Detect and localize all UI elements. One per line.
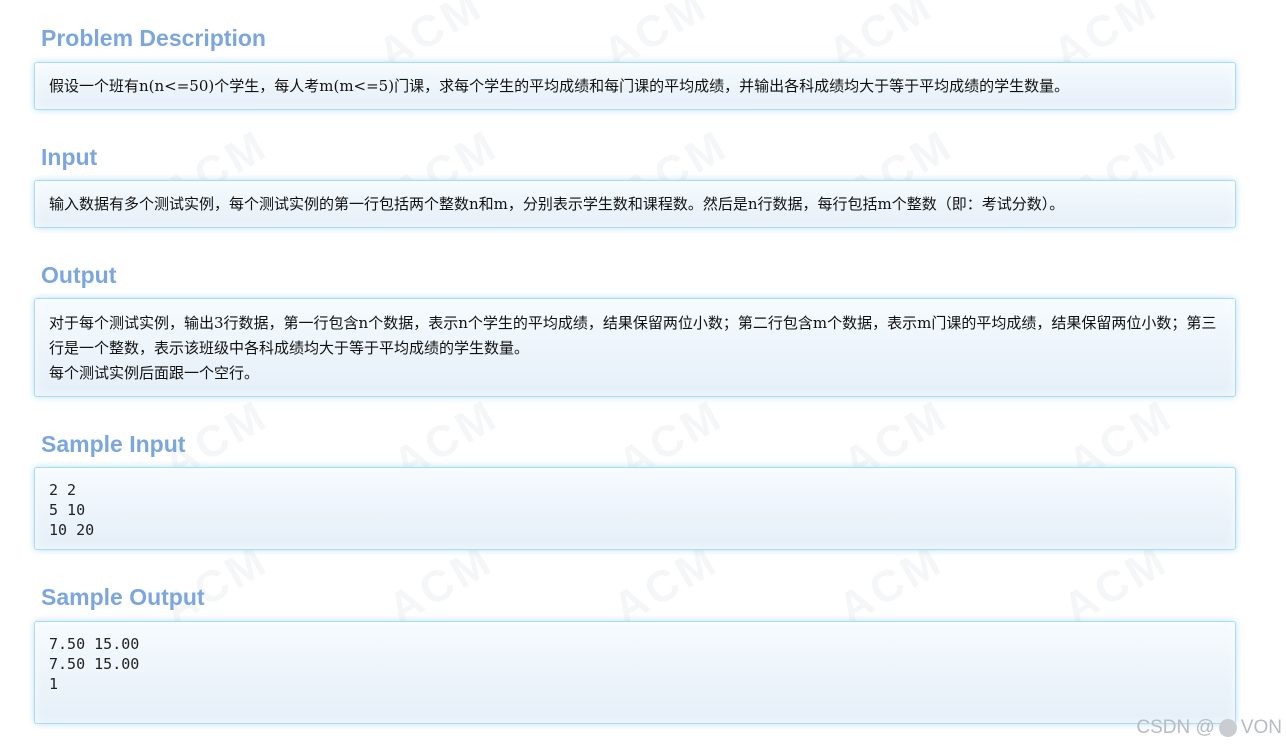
input-text: 输入数据有多个测试实例，每个测试实例的第一行包括两个整数n和m，分别表示学生数和… [49, 195, 1065, 213]
sample-output-line: 7.50 15.00 [49, 635, 140, 653]
credit-prefix: CSDN @ [1136, 717, 1215, 738]
output-heading: Output [41, 262, 117, 288]
problem-description-panel: 假设一个班有n(n<=50)个学生，每人考m(m<=5)门课，求每个学生的平均成… [34, 62, 1236, 110]
sample-output-line: 1 [49, 675, 59, 693]
watermark-text: ACM [380, 535, 502, 634]
output-text-line: 对于每个测试实例，输出3行数据，第一行包含n个数据，表示n个学生的平均成绩，结果… [49, 314, 1217, 357]
input-panel: 输入数据有多个测试实例，每个测试实例的第一行包括两个整数n和m，分别表示学生数和… [34, 180, 1236, 228]
output-text-line: 每个测试实例后面跟一个空行。 [49, 364, 260, 382]
sample-output-panel: 7.50 15.00 7.50 15.00 1 [34, 621, 1236, 724]
credit-suffix: VON [1240, 717, 1282, 738]
problem-description-heading: Problem Description [41, 25, 266, 51]
input-heading: Input [41, 144, 98, 170]
sample-input-line: 5 10 [49, 501, 86, 519]
sample-output-heading: Sample Output [41, 584, 205, 610]
watermark-text: ACM [1055, 535, 1177, 634]
problem-description-text: 假设一个班有n(n<=50)个学生，每人考m(m<=5)门课，求每个学生的平均成… [49, 77, 1070, 95]
sample-input-line: 2 2 [49, 481, 77, 499]
avatar-circle-icon [1218, 719, 1237, 737]
watermark-text: ACM [830, 535, 952, 634]
sample-input-panel: 2 2 5 10 10 20 [34, 467, 1236, 550]
sample-output-line: 7.50 15.00 [49, 655, 140, 673]
sample-input-heading: Sample Input [41, 431, 186, 457]
sample-input-line: 10 20 [49, 521, 95, 539]
output-panel: 对于每个测试实例，输出3行数据，第一行包含n个数据，表示n个学生的平均成绩，结果… [34, 298, 1236, 397]
watermark-text: ACM [605, 535, 727, 634]
csdn-credit-watermark: CSDN @ VON [1136, 717, 1282, 739]
